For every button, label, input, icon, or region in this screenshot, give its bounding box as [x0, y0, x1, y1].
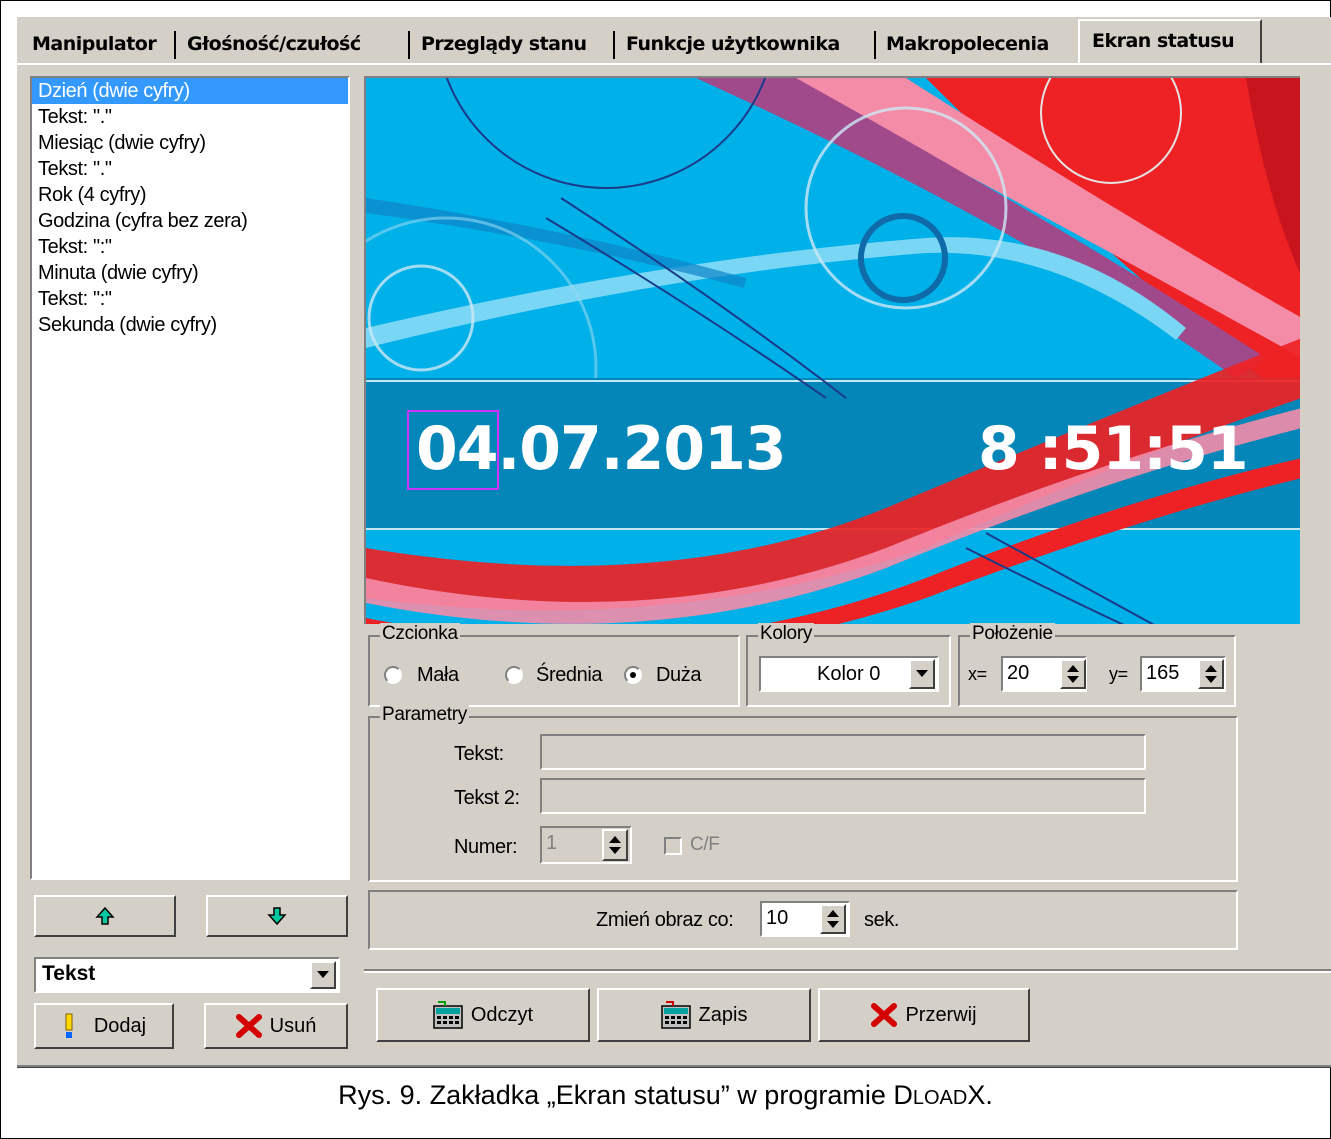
figure-caption: Rys. 9. Zakładka „Ekran statusu” w progr…	[0, 1080, 1331, 1111]
list-item[interactable]: Dzień (dwie cyfry)	[32, 78, 348, 104]
text-input[interactable]	[540, 734, 1146, 770]
red-x-icon	[871, 1003, 898, 1027]
cf-label: C/F	[690, 834, 720, 855]
text2-label: Tekst 2:	[454, 787, 520, 809]
add-button-label: Dodaj	[93, 1014, 147, 1037]
color-select[interactable]: Kolor 0	[759, 656, 939, 692]
element-type-select[interactable]: Tekst	[34, 957, 340, 993]
position-group-legend: Położenie	[970, 623, 1055, 645]
list-item[interactable]: Tekst: "."	[32, 156, 348, 182]
caption-suffix: X.	[967, 1080, 993, 1110]
red-x-icon	[235, 1014, 262, 1038]
window-bottom-edge-dark	[17, 1067, 1331, 1068]
list-item[interactable]: Sekunda (dwie cyfry)	[32, 312, 348, 338]
list-item[interactable]: Tekst: "."	[32, 104, 348, 130]
status-elements-list[interactable]: Dzień (dwie cyfry) Tekst: "." Miesiąc (d…	[30, 76, 350, 880]
colors-group-legend: Kolory	[758, 623, 815, 645]
color-select-value: Kolor 0	[817, 663, 881, 685]
arrow-up-icon	[95, 906, 115, 925]
tab-przeglady[interactable]: Przeglądy stanu	[421, 25, 587, 63]
list-item[interactable]: Minuta (dwie cyfry)	[32, 260, 348, 286]
y-position-value: 165	[1146, 662, 1180, 684]
list-item[interactable]: Tekst: ":"	[32, 286, 348, 312]
selected-element-marker	[407, 410, 499, 490]
number-spinner[interactable]	[602, 829, 628, 861]
write-button[interactable]: Zapis	[597, 988, 811, 1042]
add-button[interactable]: Dodaj	[34, 1003, 174, 1049]
list-item[interactable]: Rok (4 cyfry)	[32, 182, 348, 208]
spinner-arrows-icon	[1067, 665, 1079, 683]
exclamation-icon	[65, 1013, 73, 1038]
chevron-down-icon[interactable]	[909, 659, 935, 689]
interval-spinner[interactable]	[820, 904, 846, 934]
interval-label: Zmień obraz co:	[596, 909, 734, 931]
tab-ekran-statusu[interactable]: Ekran statusu	[1078, 19, 1262, 63]
interval-value: 10	[766, 907, 789, 929]
abort-button-label: Przerwij	[905, 1003, 977, 1026]
font-small-radio[interactable]	[384, 666, 402, 684]
arrow-down-icon	[267, 907, 287, 926]
tab-funkcje[interactable]: Funkcje użytkownika	[626, 25, 840, 63]
background-graphic	[366, 78, 1300, 624]
write-button-label: Zapis	[698, 1003, 748, 1026]
tab-separator	[874, 31, 876, 59]
tab-manipulator[interactable]: Manipulator	[32, 25, 157, 63]
abort-button[interactable]: Przerwij	[818, 988, 1030, 1042]
list-item[interactable]: Godzina (cyfra bez zera)	[32, 208, 348, 234]
font-large-radio[interactable]	[624, 666, 642, 684]
font-medium-radio[interactable]	[505, 666, 523, 684]
interval-unit: sek.	[864, 909, 900, 931]
x-spinner[interactable]	[1060, 659, 1086, 689]
move-up-button[interactable]	[34, 895, 176, 937]
y-spinner[interactable]	[1198, 659, 1224, 689]
read-button[interactable]: Odczyt	[376, 988, 590, 1042]
remove-button-label: Usuń	[269, 1014, 317, 1037]
tab-glosnosc[interactable]: Głośność/czułość	[187, 25, 361, 63]
y-label: y=	[1109, 664, 1128, 684]
tab-separator	[613, 31, 615, 59]
remove-button[interactable]: Usuń	[204, 1003, 348, 1049]
tab-makropolecenia[interactable]: Makropolecenia	[886, 25, 1049, 63]
list-item[interactable]: Tekst: ":"	[32, 234, 348, 260]
spinner-arrows-icon	[1205, 665, 1217, 683]
preview-time: 8 :51:51	[978, 414, 1249, 484]
number-label: Numer:	[454, 836, 518, 858]
font-medium-label: Średnia	[536, 664, 603, 686]
read-button-label: Odczyt	[470, 1003, 534, 1026]
font-large-label: Duża	[656, 664, 702, 686]
caption-prefix: Rys. 9. Zakładka „Ekran statusu” w progr…	[338, 1080, 913, 1110]
tab-separator	[408, 31, 410, 59]
cf-checkbox[interactable]	[664, 837, 682, 855]
text2-input[interactable]	[540, 778, 1146, 814]
parameters-group-legend: Parametry	[380, 704, 469, 726]
spinner-arrows-icon	[827, 910, 839, 928]
x-label: x=	[968, 664, 987, 684]
button-bar-separator-highlight	[364, 971, 1331, 973]
font-group-legend: Czcionka	[380, 623, 460, 645]
keypad-icon	[660, 1001, 691, 1029]
keypad-icon	[433, 1001, 463, 1029]
chevron-down-icon[interactable]	[310, 961, 336, 989]
list-item[interactable]: Miesiąc (dwie cyfry)	[32, 130, 348, 156]
font-small-label: Mała	[417, 664, 459, 686]
number-input-value: 1	[546, 832, 558, 854]
spinner-arrows-icon	[609, 836, 621, 854]
tab-separator	[174, 31, 176, 59]
caption-smallcaps: LOAD	[912, 1087, 968, 1109]
element-type-value: Tekst	[42, 962, 96, 985]
tab-strip-line	[17, 63, 1331, 65]
text-label: Tekst:	[454, 743, 504, 765]
move-down-button[interactable]	[206, 895, 348, 937]
x-position-value: 20	[1007, 662, 1030, 684]
status-screen-preview[interactable]: 04.07.2013 8 :51:51	[364, 76, 1300, 624]
